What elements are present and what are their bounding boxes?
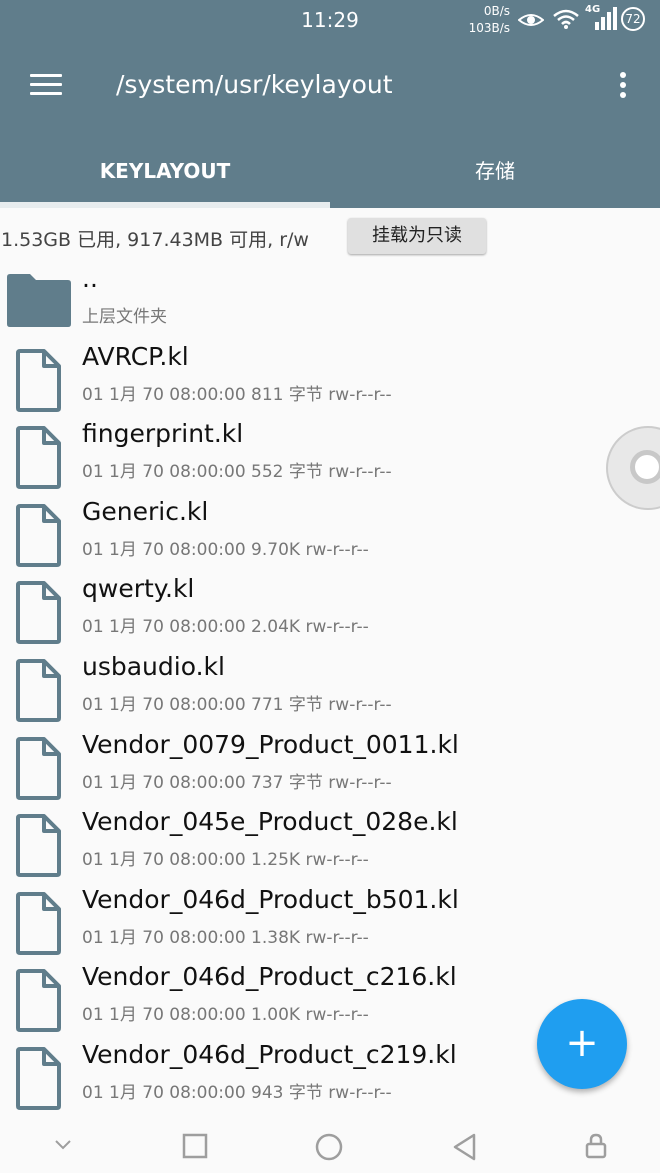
file-icon xyxy=(16,658,61,722)
floating-button-core xyxy=(630,450,660,484)
list-item[interactable]: qwerty.kl 01 1月 70 08:00:00 2.04K rw-r--… xyxy=(0,574,660,652)
list-item[interactable]: Generic.kl 01 1月 70 08:00:00 9.70K rw-r-… xyxy=(0,497,660,575)
status-bar: 11:29 0B/s 103B/s 4G 72 xyxy=(0,0,660,44)
list-item[interactable]: Vendor_046d_Product_b501.kl 01 1月 70 08:… xyxy=(0,885,660,963)
list-item-parent-folder[interactable]: .. 上层文件夹 xyxy=(0,264,660,342)
battery-icon: 72 xyxy=(621,7,645,31)
item-meta: 01 1月 70 08:00:00 9.70K rw-r--r-- xyxy=(82,539,369,560)
back-icon[interactable] xyxy=(452,1133,478,1161)
item-meta: 01 1月 70 08:00:00 737 字节 rw-r--r-- xyxy=(82,772,392,793)
mount-readonly-button[interactable]: 挂载为只读 xyxy=(348,218,486,254)
item-name: Generic.kl xyxy=(82,496,209,526)
net-speed-up: 0B/s xyxy=(483,4,510,18)
item-name: Vendor_046d_Product_b501.kl xyxy=(82,884,459,914)
menu-icon[interactable] xyxy=(30,74,62,96)
signal-icon xyxy=(595,7,617,30)
recent-apps-icon[interactable] xyxy=(182,1133,208,1159)
item-name: Vendor_046d_Product_c219.kl xyxy=(82,1039,457,1069)
item-meta: 01 1月 70 08:00:00 811 字节 rw-r--r-- xyxy=(82,384,392,405)
list-item[interactable]: Vendor_0079_Product_0011.kl 01 1月 70 08:… xyxy=(0,730,660,808)
item-meta: 01 1月 70 08:00:00 771 字节 rw-r--r-- xyxy=(82,694,392,715)
list-item[interactable]: Vendor_045e_Product_028e.kl 01 1月 70 08:… xyxy=(0,807,660,885)
file-icon xyxy=(16,891,61,955)
lock-icon[interactable] xyxy=(585,1133,607,1159)
folder-icon xyxy=(7,274,71,327)
tab-indicator xyxy=(0,202,330,208)
net-speed: 0B/s 103B/s xyxy=(452,3,510,37)
item-name: .. xyxy=(82,264,98,293)
path-title: /system/usr/keylayout xyxy=(116,70,393,99)
item-name: Vendor_045e_Product_028e.kl xyxy=(82,807,458,837)
file-icon xyxy=(16,348,61,412)
navigation-bar xyxy=(0,1121,660,1173)
storage-usage-text: 1.53GB 已用, 917.43MB 可用, r/w xyxy=(1,229,309,251)
home-icon[interactable] xyxy=(315,1133,343,1161)
add-fab-button[interactable]: + xyxy=(537,999,627,1089)
item-name: Vendor_046d_Product_c216.kl xyxy=(82,962,457,992)
file-list: .. 上层文件夹 AVRCP.kl 01 1月 70 08:00:00 811 … xyxy=(0,264,660,1118)
chevron-down-icon[interactable] xyxy=(54,1139,72,1151)
tab-storage[interactable]: 存储 xyxy=(330,140,660,208)
file-icon xyxy=(16,814,61,878)
item-meta: 01 1月 70 08:00:00 1.38K rw-r--r-- xyxy=(82,927,369,948)
item-meta: 01 1月 70 08:00:00 1.00K rw-r--r-- xyxy=(82,1005,369,1026)
file-icon xyxy=(16,503,61,567)
list-item[interactable]: fingerprint.kl 01 1月 70 08:00:00 552 字节 … xyxy=(0,419,660,497)
item-meta: 上层文件夹 xyxy=(82,307,167,327)
eye-icon xyxy=(518,14,544,26)
file-icon xyxy=(16,736,61,800)
item-meta: 01 1月 70 08:00:00 943 字节 rw-r--r-- xyxy=(82,1082,392,1103)
file-icon xyxy=(16,581,61,645)
storage-usage-row: 1.53GB 已用, 917.43MB 可用, r/w 挂载为只读 xyxy=(0,218,660,258)
more-options-icon[interactable] xyxy=(620,72,628,102)
list-item[interactable]: AVRCP.kl 01 1月 70 08:00:00 811 字节 rw-r--… xyxy=(0,342,660,420)
item-name: usbaudio.kl xyxy=(82,651,225,681)
item-meta: 01 1月 70 08:00:00 2.04K rw-r--r-- xyxy=(82,617,369,638)
item-meta: 01 1月 70 08:00:00 1.25K rw-r--r-- xyxy=(82,850,369,871)
file-icon xyxy=(16,969,61,1033)
item-name: qwerty.kl xyxy=(82,574,195,604)
file-icon xyxy=(16,1046,61,1110)
item-name: AVRCP.kl xyxy=(82,341,189,371)
app-bar: /system/usr/keylayout KEYLAYOUT 存储 xyxy=(0,44,660,208)
file-icon xyxy=(16,426,61,490)
net-speed-down: 103B/s xyxy=(468,21,510,35)
item-name: fingerprint.kl xyxy=(82,419,244,449)
tab-keylayout[interactable]: KEYLAYOUT xyxy=(0,140,330,208)
list-item[interactable]: usbaudio.kl 01 1月 70 08:00:00 771 字节 rw-… xyxy=(0,652,660,730)
item-meta: 01 1月 70 08:00:00 552 字节 rw-r--r-- xyxy=(82,462,392,483)
item-name: Vendor_0079_Product_0011.kl xyxy=(82,729,459,759)
wifi-icon xyxy=(553,9,579,29)
